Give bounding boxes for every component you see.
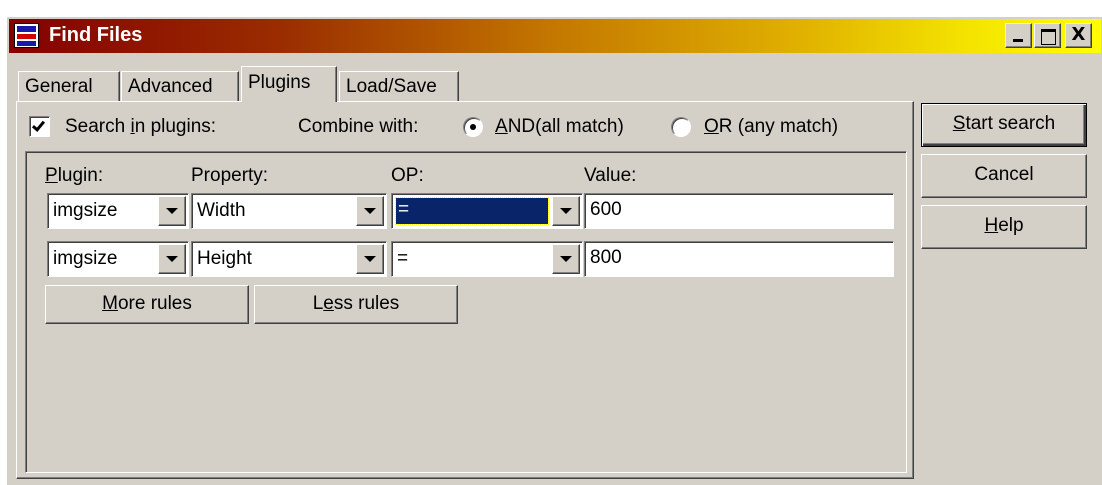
rule-1-property-value: Width xyxy=(197,200,246,221)
cancel-button[interactable]: Cancel xyxy=(921,154,1087,198)
search-in-plugins-label: Search in plugins: xyxy=(65,116,217,137)
rule-1-plugin-value: imgsize xyxy=(53,200,118,221)
rule-2-op-value: = xyxy=(397,248,409,269)
maximize-button[interactable] xyxy=(1034,23,1061,48)
chevron-down-icon[interactable] xyxy=(356,196,384,226)
rule-2-plugin-select[interactable]: imgsize xyxy=(47,241,189,277)
and-radio-label[interactable]: AND(all match) xyxy=(495,116,624,138)
or-radio[interactable] xyxy=(671,117,691,137)
less-rules-button[interactable]: Less rules xyxy=(254,285,458,324)
rule-1-value-input[interactable]: 600 xyxy=(584,193,894,229)
tab-load-save[interactable]: Load/Save xyxy=(339,71,459,101)
rule-1-op-value: = xyxy=(395,197,549,225)
find-files-window: Find Files X General Advanced Plugins Lo… xyxy=(6,16,1102,485)
combine-with-label: Combine with: xyxy=(298,116,419,137)
title-bar[interactable]: Find Files X xyxy=(9,19,1101,53)
rule-1-op-select[interactable]: = xyxy=(391,193,583,229)
tab-plugins[interactable]: Plugins xyxy=(241,66,337,102)
check-mark-icon xyxy=(31,118,46,132)
help-button[interactable]: Help xyxy=(921,205,1087,249)
window-title: Find Files xyxy=(49,24,143,46)
or-radio-label[interactable]: OR (any match) xyxy=(704,116,838,138)
start-search-button[interactable]: Start search xyxy=(921,103,1087,147)
tab-general[interactable]: General xyxy=(18,71,120,101)
rule-1-value-text: 600 xyxy=(590,199,622,220)
rule-2-property-select[interactable]: Height xyxy=(191,241,387,277)
chevron-down-icon[interactable] xyxy=(552,196,580,226)
rule-2-value-text: 800 xyxy=(590,247,622,268)
chevron-down-icon[interactable] xyxy=(552,244,580,274)
rule-2-op-select[interactable]: = xyxy=(391,241,583,277)
app-icon[interactable] xyxy=(14,23,39,48)
op-column-header: OP: xyxy=(391,165,424,186)
rule-2-property-value: Height xyxy=(197,248,252,269)
rule-1-plugin-select[interactable]: imgsize xyxy=(47,193,189,229)
tab-advanced-label: Advanced xyxy=(128,76,213,97)
tab-general-label: General xyxy=(25,76,93,97)
plugin-column-header: Plugin: xyxy=(45,165,104,186)
rule-2-value-input[interactable]: 800 xyxy=(584,241,894,277)
tab-load-save-label: Load/Save xyxy=(346,76,437,97)
and-radio[interactable] xyxy=(463,117,483,137)
close-button[interactable]: X xyxy=(1065,23,1092,48)
close-icon: X xyxy=(1071,24,1086,45)
tab-advanced[interactable]: Advanced xyxy=(121,71,239,101)
chevron-down-icon[interactable] xyxy=(356,244,384,274)
tab-plugins-label: Plugins xyxy=(248,72,311,93)
rule-1-property-select[interactable]: Width xyxy=(191,193,387,229)
value-column-header: Value: xyxy=(584,165,637,186)
rule-2-plugin-value: imgsize xyxy=(53,248,118,269)
property-column-header: Property: xyxy=(191,165,269,186)
search-in-plugins-checkbox[interactable] xyxy=(29,116,50,137)
more-rules-button[interactable]: More rules xyxy=(45,285,249,324)
chevron-down-icon[interactable] xyxy=(158,244,186,274)
chevron-down-icon[interactable] xyxy=(158,196,186,226)
minimize-button[interactable] xyxy=(1005,23,1032,48)
